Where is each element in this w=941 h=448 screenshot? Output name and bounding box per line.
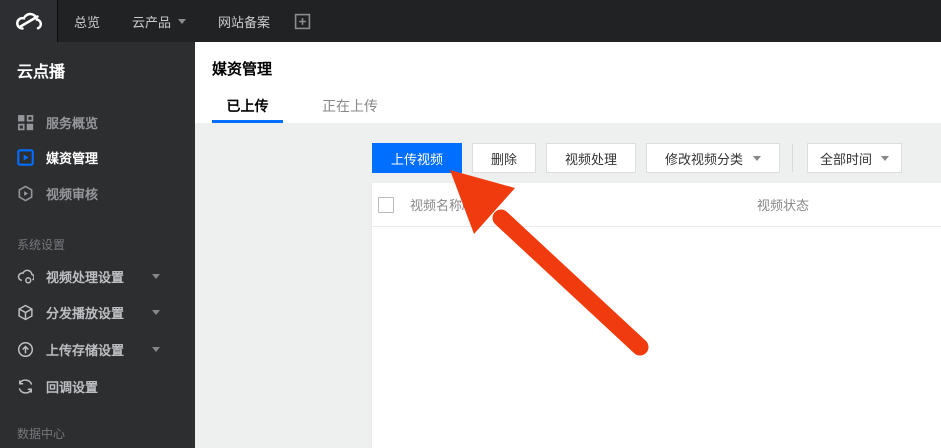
chevron-down-icon bbox=[152, 309, 160, 315]
nav-overview[interactable]: 总览 bbox=[58, 0, 116, 42]
toolbar-divider bbox=[792, 144, 794, 172]
nav-icp-filing[interactable]: 网站备案 bbox=[202, 0, 286, 42]
chevron-down-icon bbox=[178, 18, 187, 24]
sidebar-section-label: 系统设置 bbox=[17, 237, 66, 252]
topbar: 总览 云产品 网站备案 bbox=[0, 0, 941, 42]
grid-icon bbox=[18, 114, 34, 130]
chevron-down-icon bbox=[753, 155, 762, 161]
cube-icon bbox=[18, 304, 33, 320]
main-header: 媒资管理 已上传 正在上传 bbox=[195, 42, 941, 123]
video-process-icon bbox=[17, 269, 34, 284]
sidebar-item-label: 分发播放设置 bbox=[46, 305, 125, 321]
tencent-cloud-logo[interactable] bbox=[0, 0, 58, 42]
toolbar: 上传视频 删除 视频处理 修改视频分类 全部时间 bbox=[372, 143, 903, 173]
chevron-down-icon bbox=[881, 155, 890, 161]
table-header-row: 视频名称/ID 视频状态 bbox=[372, 183, 941, 227]
sidebar-item-label: 视频处理设置 bbox=[46, 269, 125, 285]
nav-cloud-products-label: 云产品 bbox=[132, 14, 172, 30]
upload-circle-icon bbox=[17, 341, 34, 357]
add-shortcut-button[interactable] bbox=[286, 13, 319, 30]
chevron-down-icon bbox=[152, 273, 160, 279]
page-title: 媒资管理 bbox=[212, 61, 273, 78]
video-review-icon bbox=[18, 185, 33, 201]
video-process-label: 视频处理 bbox=[565, 151, 618, 167]
nav-icp-filing-label: 网站备案 bbox=[218, 14, 271, 30]
sidebar-section-data-center: 数据中心 bbox=[0, 420, 195, 446]
upload-video-button[interactable]: 上传视频 bbox=[372, 143, 462, 173]
sidebar-item-callback-settings[interactable]: 回调设置 bbox=[0, 373, 195, 399]
delete-label: 删除 bbox=[491, 151, 518, 167]
upload-video-label: 上传视频 bbox=[390, 151, 443, 167]
delete-button[interactable]: 删除 bbox=[472, 143, 537, 173]
sidebar-item-label: 媒资管理 bbox=[46, 150, 99, 166]
nav-cloud-products[interactable]: 云产品 bbox=[116, 0, 202, 42]
sidebar-item-label: 回调设置 bbox=[46, 379, 99, 395]
sidebar-section-system-settings: 系统设置 bbox=[0, 231, 195, 257]
tab-uploaded[interactable]: 已上传 bbox=[212, 93, 283, 123]
sidebar: 云点播 服务概览 媒资管理 视频审核 系统设置 视频处理设置 分发播放设置 上传… bbox=[0, 42, 195, 448]
callback-icon bbox=[18, 378, 33, 394]
column-header-video-status: 视频状态 bbox=[757, 198, 810, 213]
sidebar-product-title: 云点播 bbox=[0, 57, 195, 83]
sidebar-section-label: 数据中心 bbox=[17, 426, 66, 441]
media-play-icon bbox=[17, 148, 34, 166]
sidebar-item-label: 上传存储设置 bbox=[46, 342, 125, 358]
plus-box-icon bbox=[294, 13, 311, 29]
sidebar-item-service-overview[interactable]: 服务概览 bbox=[0, 109, 195, 135]
modify-category-dropdown[interactable]: 修改视频分类 bbox=[646, 143, 781, 173]
time-filter-select[interactable]: 全部时间 bbox=[807, 143, 903, 173]
sidebar-item-media-management[interactable]: 媒资管理 bbox=[0, 144, 195, 170]
time-filter-label: 全部时间 bbox=[820, 151, 873, 167]
chevron-down-icon bbox=[152, 346, 160, 352]
modify-category-label: 修改视频分类 bbox=[665, 151, 744, 167]
tab-uploading-label: 正在上传 bbox=[322, 98, 378, 114]
sidebar-item-distribution-play-settings[interactable]: 分发播放设置 bbox=[0, 299, 195, 325]
video-process-button[interactable]: 视频处理 bbox=[546, 143, 637, 173]
sidebar-item-label: 视频审核 bbox=[46, 186, 99, 202]
sidebar-item-video-review[interactable]: 视频审核 bbox=[0, 180, 195, 206]
cloud-logo-icon bbox=[15, 12, 42, 30]
select-all-checkbox[interactable] bbox=[378, 196, 394, 213]
sidebar-item-label: 服务概览 bbox=[46, 115, 99, 131]
column-header-video-name: 视频名称/ID bbox=[410, 198, 479, 213]
tab-uploading[interactable]: 正在上传 bbox=[322, 93, 378, 123]
sidebar-item-video-process-settings[interactable]: 视频处理设置 bbox=[0, 263, 195, 289]
tab-uploaded-label: 已上传 bbox=[226, 98, 269, 114]
nav-overview-label: 总览 bbox=[74, 14, 101, 30]
video-table-card: 视频名称/ID 视频状态 bbox=[372, 183, 941, 448]
content-area: 上传视频 删除 视频处理 修改视频分类 全部时间 视频名称/ID 视频状态 bbox=[195, 123, 941, 448]
sidebar-item-upload-storage-settings[interactable]: 上传存储设置 bbox=[0, 336, 195, 362]
tab-bar: 已上传 正在上传 bbox=[212, 93, 378, 123]
top-navigation: 总览 云产品 网站备案 bbox=[58, 0, 319, 42]
sidebar-product-title-label: 云点播 bbox=[17, 64, 66, 81]
